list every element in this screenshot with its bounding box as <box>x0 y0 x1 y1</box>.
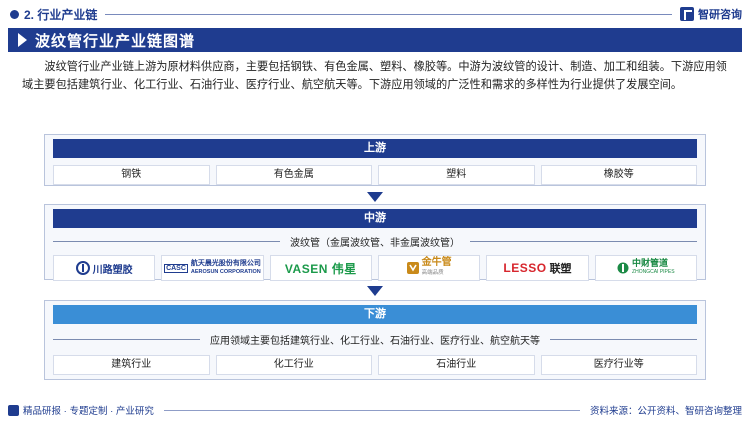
logo-subtext: 高端品质 <box>421 270 444 276</box>
midstream-header: 中游 <box>53 209 697 228</box>
divider-line <box>53 241 280 242</box>
intro-paragraph: 波纹管行业产业链上游为原材料供应商，主要包括钢铁、有色金属、塑料、橡胶等。中游为… <box>22 61 727 91</box>
footer-logo-icon <box>8 404 19 416</box>
upstream-item: 有色金属 <box>215 165 372 185</box>
logo-text-cn: 联塑 <box>549 263 572 275</box>
divider-line <box>53 339 200 340</box>
title-arrow-icon <box>18 33 27 47</box>
casc-tag: CASC <box>164 263 188 273</box>
jinniu-logo-icon <box>406 262 419 274</box>
logo-text: VASEN 伟星 <box>284 261 357 276</box>
midstream-subtitle: 波纹管（金属波纹管、非金属波纹管） <box>290 238 460 249</box>
upstream-item: 钢铁 <box>53 165 210 185</box>
downstream-item: 石油行业 <box>378 355 535 375</box>
company-logo-aerosun: CASC 航天晨光股份有限公司 AEROSUN CORPORATION <box>161 255 264 281</box>
logo-text-en: LESSO <box>503 261 547 275</box>
zhongcai-logo-icon <box>617 262 629 274</box>
company-logo-lesso: LESSO 联塑 <box>486 255 589 281</box>
footer: 精品研报 · 专题定制 · 产业研究 资料来源：公开资料、智研咨询整理 <box>8 402 742 418</box>
footer-tagline: 精品研报 · 专题定制 · 产业研究 <box>23 406 154 417</box>
section-header: 2. 行业产业链 智研咨询 <box>8 4 742 24</box>
logo-text: 航天晨光股份有限公司 <box>190 260 261 267</box>
divider-line <box>550 339 697 340</box>
brand-logo-icon <box>680 7 694 21</box>
midstream-section: 中游 波纹管（金属波纹管、非金属波纹管） 川路塑胶 CASC 航天晨光股份有限公… <box>44 204 706 281</box>
company-logo-jinniu: 金牛管 高端品质 <box>377 255 481 281</box>
logo-text: 中财管道 <box>632 258 669 268</box>
brand-name: 智研咨询 <box>698 9 742 21</box>
downstream-subtitle: 应用领域主要包括建筑行业、化工行业、石油行业、医疗行业、航空航天等 <box>210 336 540 347</box>
company-logo-zhongcai: 中财管道 ZHONGCAI PIPES <box>594 255 697 281</box>
downstream-section: 下游 应用领域主要包括建筑行业、化工行业、石油行业、医疗行业、航空航天等 建筑行… <box>44 300 706 380</box>
header-divider <box>105 13 672 15</box>
arrow-down-icon <box>367 286 383 298</box>
title-bar: 波纹管行业产业链图谱 <box>8 28 742 52</box>
upstream-section: 上游 钢铁 有色金属 塑料 橡胶等 <box>44 134 706 186</box>
downstream-item: 建筑行业 <box>53 355 210 375</box>
downstream-item: 医疗行业等 <box>540 355 697 375</box>
upstream-header: 上游 <box>53 139 697 158</box>
upstream-item: 塑料 <box>378 165 535 185</box>
chuanlu-logo-icon <box>75 261 90 275</box>
source-note: 资料来源：公开资料、智研咨询整理 <box>589 406 742 417</box>
company-logo-vasen: VASEN 伟星 <box>269 255 372 281</box>
company-logo-chuanlu: 川路塑胶 <box>53 255 156 281</box>
upstream-item: 橡胶等 <box>540 165 697 185</box>
logo-text: 川路塑胶 <box>92 264 133 276</box>
bullet-icon <box>10 9 19 19</box>
footer-divider <box>163 409 580 411</box>
logo-text: 金牛管 <box>421 257 452 268</box>
divider-line <box>470 241 697 242</box>
downstream-header: 下游 <box>53 305 697 324</box>
page-title: 波纹管行业产业链图谱 <box>35 32 196 50</box>
downstream-item: 化工行业 <box>215 355 372 375</box>
section-title: 2. 行业产业链 <box>24 7 98 22</box>
arrow-down-icon <box>367 192 383 204</box>
logo-subtext: ZHONGCAI PIPES <box>632 269 675 275</box>
brand[interactable]: 智研咨询 <box>680 6 742 22</box>
logo-subtext: AEROSUN CORPORATION <box>190 269 261 275</box>
